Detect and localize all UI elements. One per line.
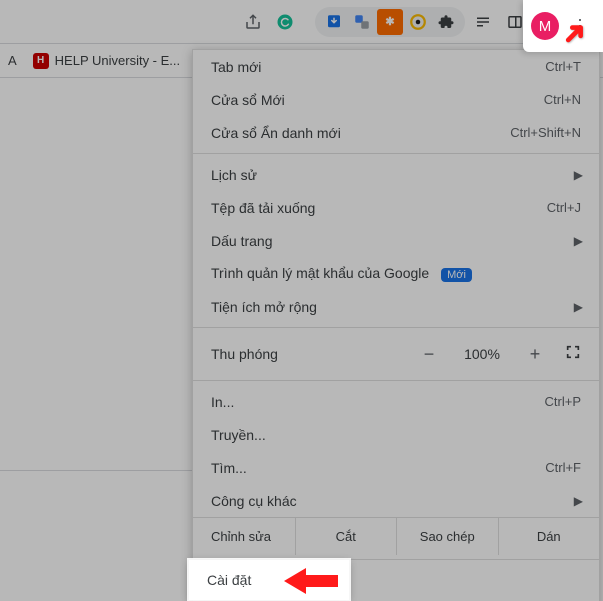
menu-label: Công cụ khác <box>211 493 297 509</box>
menu-shortcut: Ctrl+N <box>544 92 581 107</box>
chevron-right-icon: ▶ <box>574 234 583 248</box>
menu-bookmarks[interactable]: Dấu trang ▶ <box>193 224 599 257</box>
menu-shortcut: Ctrl+F <box>545 460 581 475</box>
menu-shortcut: Ctrl+P <box>545 394 581 409</box>
menu-separator <box>193 380 599 381</box>
menu-label: Thu phóng <box>211 346 278 362</box>
menu-label: Lịch sử <box>211 167 257 183</box>
menu-label: Cửa sổ Mới <box>211 92 285 108</box>
menu-shortcut: Ctrl+J <box>547 200 581 215</box>
menu-label: Truyền... <box>211 427 266 443</box>
bookmark-favicon: H <box>33 53 49 69</box>
menu-label: Dấu trang <box>211 233 272 249</box>
menu-label: Tìm... <box>211 460 247 476</box>
zoom-value: 100% <box>459 346 505 362</box>
menu-label: Cài đặt <box>207 572 251 588</box>
menu-incognito[interactable]: Cửa sổ Ẩn danh mới Ctrl+Shift+N <box>193 116 599 149</box>
menu-find[interactable]: Tìm... Ctrl+F <box>193 451 599 484</box>
menu-shortcut: Ctrl+T <box>545 59 581 74</box>
chrome-menu-button[interactable]: ⋮ <box>565 11 595 41</box>
extensions-puzzle-icon[interactable] <box>433 9 459 35</box>
bookmark-item[interactable]: A <box>8 53 17 68</box>
menu-edit-row: Chỉnh sửa Cắt Sao chép Dán <box>193 517 599 555</box>
menu-print[interactable]: In... Ctrl+P <box>193 385 599 418</box>
fullscreen-icon[interactable] <box>565 344 581 365</box>
highlight-top-right: M ⋮ <box>523 0 603 52</box>
new-badge: Mới <box>441 268 472 282</box>
menu-edit-label: Chỉnh sửa <box>193 518 295 555</box>
menu-separator <box>193 153 599 154</box>
menu-copy[interactable]: Sao chép <box>396 518 498 555</box>
menu-label: Cửa sổ Ẩn danh mới <box>211 125 341 141</box>
chevron-right-icon: ▶ <box>574 494 583 508</box>
reading-list-icon[interactable] <box>469 8 497 36</box>
menu-new-tab[interactable]: Tab mới Ctrl+T <box>193 50 599 83</box>
menu-cut[interactable]: Cắt <box>295 518 397 555</box>
menu-zoom-row: Thu phóng − 100% + <box>193 332 599 376</box>
menu-label: Trình quản lý mật khẩu của Google Mới <box>211 265 472 282</box>
menu-more-tools[interactable]: Công cụ khác ▶ <box>193 484 599 517</box>
chevron-right-icon: ▶ <box>574 300 583 314</box>
google-translate-icon[interactable] <box>349 9 375 35</box>
zoom-in-button[interactable]: + <box>527 344 543 365</box>
download-manager-icon[interactable] <box>321 9 347 35</box>
extensions-group: ✱ <box>315 7 465 37</box>
browser-toolbar: ✱ M ⋮ <box>0 0 603 44</box>
zoom-out-button[interactable]: − <box>421 344 437 365</box>
menu-label: In... <box>211 394 234 410</box>
grammarly-icon[interactable] <box>271 8 299 36</box>
chevron-right-icon: ▶ <box>574 168 583 182</box>
extension-orange-icon[interactable]: ✱ <box>377 9 403 35</box>
menu-paste[interactable]: Dán <box>498 518 600 555</box>
menu-label: Tiện ích mở rộng <box>211 299 317 315</box>
share-icon[interactable] <box>239 8 267 36</box>
menu-shortcut: Ctrl+Shift+N <box>510 125 581 140</box>
bookmark-label: A <box>8 53 17 68</box>
menu-history[interactable]: Lịch sử ▶ <box>193 158 599 191</box>
menu-separator <box>193 327 599 328</box>
menu-downloads[interactable]: Tệp đã tải xuống Ctrl+J <box>193 191 599 224</box>
menu-password-manager[interactable]: Trình quản lý mật khẩu của Google Mới <box>193 257 599 290</box>
menu-label: Tệp đã tải xuống <box>211 200 315 216</box>
profile-avatar[interactable]: M <box>531 12 559 40</box>
menu-cast[interactable]: Truyền... <box>193 418 599 451</box>
highlight-settings[interactable]: Cài đặt <box>189 560 349 600</box>
extension-swirl-icon[interactable] <box>405 9 431 35</box>
bookmark-item[interactable]: H HELP University - E... <box>33 53 180 69</box>
menu-extensions[interactable]: Tiện ích mở rộng ▶ <box>193 290 599 323</box>
chrome-main-menu: Tab mới Ctrl+T Cửa sổ Mới Ctrl+N Cửa sổ … <box>192 49 600 601</box>
content-separator <box>0 470 192 471</box>
menu-new-window[interactable]: Cửa sổ Mới Ctrl+N <box>193 83 599 116</box>
bookmark-label: HELP University - E... <box>55 53 180 68</box>
menu-label: Tab mới <box>211 59 261 75</box>
